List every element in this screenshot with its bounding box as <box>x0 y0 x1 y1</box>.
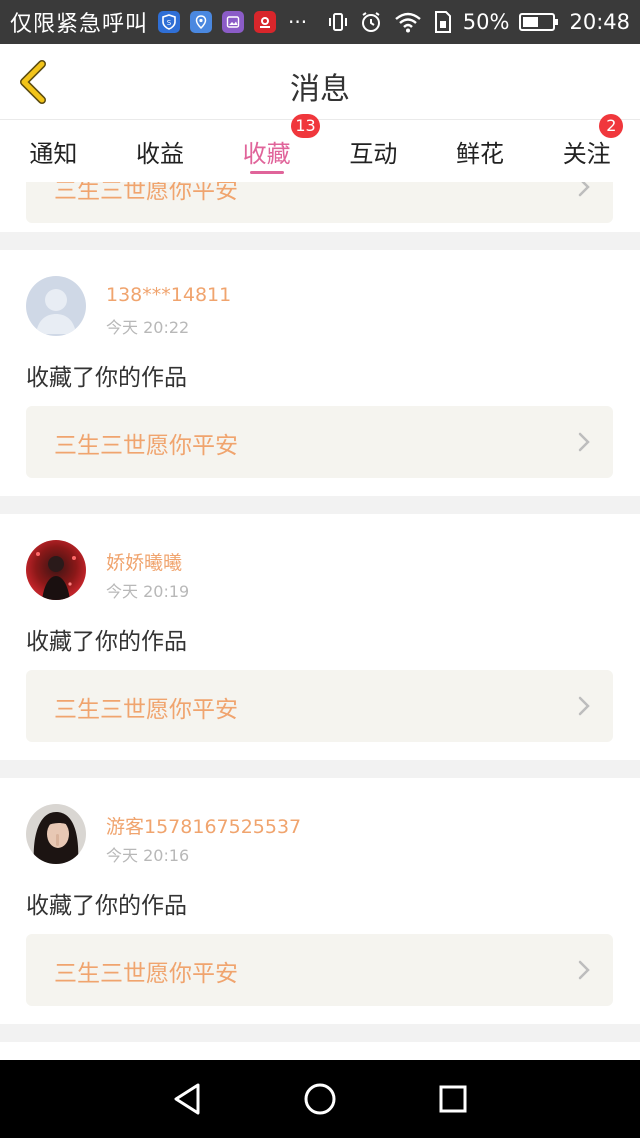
tab-bar: 通知 收益 收藏 13 互动 鲜花 关注 2 <box>0 114 640 182</box>
tab-label: 收益 <box>136 140 184 168</box>
tab-notifications[interactable]: 通知 <box>0 120 107 182</box>
list-item <box>0 1042 640 1060</box>
avatar[interactable] <box>26 804 86 864</box>
nav-recents-button[interactable] <box>433 1079 473 1119</box>
tab-label: 关注 <box>562 140 611 168</box>
work-link[interactable]: 三生三世愿你平安 <box>26 182 613 223</box>
tab-favorites[interactable]: 收藏 13 <box>213 114 320 182</box>
work-title: 三生三世愿你平安 <box>54 961 238 987</box>
tab-label: 通知 <box>29 140 78 168</box>
tab-label: 互动 <box>349 140 398 168</box>
nav-home-button[interactable] <box>300 1079 340 1119</box>
user-name[interactable]: 138***14811 <box>106 284 231 306</box>
action-text: 收藏了你的作品 <box>26 365 187 391</box>
avatar[interactable] <box>26 540 86 600</box>
work-link[interactable]: 三生三世愿你平安 <box>26 934 613 1006</box>
red-app-icon <box>254 11 277 33</box>
nav-back-button[interactable] <box>167 1079 207 1119</box>
status-bar: 仅限紧急呼叫 S ··· 50% 20:48 <box>0 0 640 44</box>
more-notifications-icon: ··· <box>288 10 308 34</box>
message-list[interactable]: 三生三世愿你平安 138***14811 今天 20:22 收藏了你的作品 三生… <box>0 182 640 1060</box>
page-title: 消息 <box>290 72 350 107</box>
user-name[interactable]: 游客1578167525537 <box>106 812 301 839</box>
user-photo-icon <box>33 812 79 864</box>
active-tab-indicator <box>249 171 284 174</box>
chevron-right-icon <box>578 432 590 452</box>
timestamp: 今天 20:19 <box>106 582 190 601</box>
tab-following[interactable]: 关注 2 <box>533 114 640 182</box>
work-link[interactable]: 三生三世愿你平安 <box>26 406 613 478</box>
list-item: 三生三世愿你平安 <box>0 182 640 232</box>
default-avatar-icon <box>36 289 76 334</box>
timestamp: 今天 20:22 <box>106 318 190 337</box>
header-bar: 消息 <box>0 44 640 120</box>
work-title: 三生三世愿你平安 <box>54 697 238 723</box>
vibrate-icon <box>327 11 349 33</box>
alarm-icon <box>359 10 383 34</box>
location-app-icon <box>190 11 213 33</box>
system-nav-bar <box>0 1060 640 1138</box>
gallery-app-icon <box>222 11 245 33</box>
circle-home-icon <box>304 1083 336 1115</box>
tab-badge: 2 <box>599 114 624 138</box>
work-link[interactable]: 三生三世愿你平安 <box>26 670 613 742</box>
svg-text:S: S <box>167 19 172 27</box>
tab-earnings[interactable]: 收益 <box>107 120 214 182</box>
square-recents-icon <box>439 1085 467 1113</box>
timestamp: 今天 20:16 <box>106 846 190 865</box>
action-text: 收藏了你的作品 <box>26 893 187 919</box>
triangle-back-icon <box>174 1083 200 1115</box>
user-name[interactable]: 娇娇曦曦 <box>106 548 182 575</box>
battery-percent: 50% <box>462 10 510 34</box>
avatar[interactable] <box>26 276 86 336</box>
clock: 20:48 <box>569 10 630 34</box>
carrier-text: 仅限紧急呼叫 <box>10 12 149 37</box>
work-title: 三生三世愿你平安 <box>54 182 238 204</box>
chevron-right-icon <box>578 960 590 980</box>
sim-card-icon <box>433 10 453 34</box>
list-item: 138***14811 今天 20:22 收藏了你的作品 三生三世愿你平安 <box>0 250 640 496</box>
list-item: 游客1578167525537 今天 20:16 收藏了你的作品 三生三世愿你平… <box>0 778 640 1024</box>
action-text: 收藏了你的作品 <box>26 629 187 655</box>
work-title: 三生三世愿你平安 <box>54 433 238 459</box>
wifi-icon <box>393 10 423 34</box>
tab-badge: 13 <box>291 114 320 138</box>
battery-icon <box>519 11 559 33</box>
chevron-right-icon <box>578 696 590 716</box>
tab-flowers[interactable]: 鲜花 <box>427 120 534 182</box>
tab-label: 鲜花 <box>456 140 505 168</box>
list-item: 娇娇曦曦 今天 20:19 收藏了你的作品 三生三世愿你平安 <box>0 514 640 760</box>
tab-interactions[interactable]: 互动 <box>320 120 427 182</box>
tab-label: 收藏 <box>242 140 291 168</box>
shield-app-icon: S <box>158 11 181 33</box>
user-photo-icon <box>36 552 76 600</box>
chevron-right-icon <box>578 182 590 197</box>
